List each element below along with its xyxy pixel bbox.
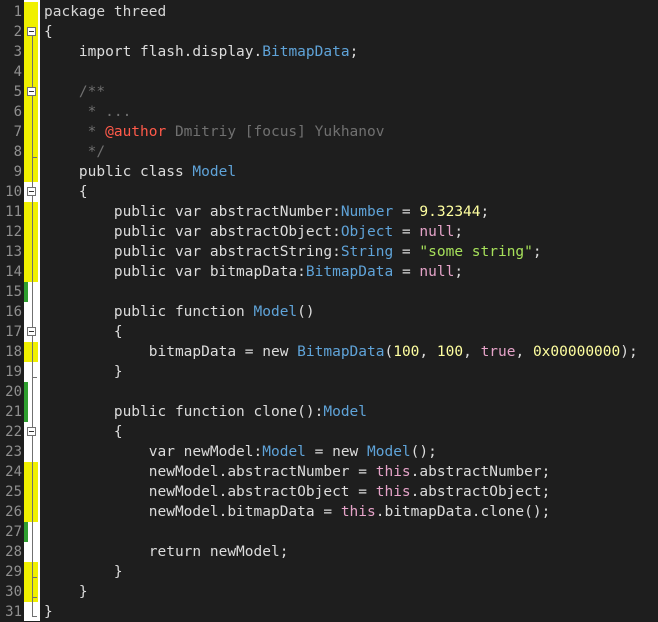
fold-end-marker xyxy=(32,377,37,378)
saved-change-marker xyxy=(24,382,28,422)
fold-end-marker xyxy=(32,616,37,617)
code-line-23: var newModel:Model = new Model(); xyxy=(44,444,437,460)
line-number: 29 xyxy=(5,564,22,580)
code-line-9: public class Model xyxy=(44,164,237,180)
change-marker xyxy=(24,162,38,182)
fold-toggle[interactable] xyxy=(27,187,36,196)
change-marker xyxy=(24,562,38,602)
code-line-21: public function clone():Model xyxy=(44,404,368,420)
code-editor[interactable]: 1 2 3 4 5 6 7 8 9 10 11 12 13 14 15 16 1… xyxy=(0,0,658,621)
line-number: 10 xyxy=(5,184,22,200)
line-number: 6 xyxy=(13,104,22,120)
fold-end-marker xyxy=(32,577,37,578)
line-number: 30 xyxy=(5,584,22,600)
line-number: 17 xyxy=(5,324,22,340)
line-number: 16 xyxy=(5,304,22,320)
line-number: 18 xyxy=(5,344,22,360)
line-number: 24 xyxy=(5,464,22,480)
change-marker xyxy=(24,202,38,282)
code-line-26: newModel.bitmapData = this.bitmapData.cl… xyxy=(44,504,551,520)
line-number: 11 xyxy=(5,204,22,220)
line-number: 27 xyxy=(5,524,22,540)
code-line-18: bitmapData = new BitmapData(100, 100, tr… xyxy=(44,344,638,360)
change-marker xyxy=(24,2,38,162)
line-number: 9 xyxy=(13,164,22,180)
line-number: 12 xyxy=(5,224,22,240)
code-line-29: } xyxy=(44,564,123,580)
line-number: 25 xyxy=(5,484,22,500)
line-number: 26 xyxy=(5,504,22,520)
fold-end-marker xyxy=(32,597,37,598)
code-line-11: public var abstractNumber:Number = 9.323… xyxy=(44,204,490,220)
code-line-30: } xyxy=(44,584,88,600)
code-line-16: public function Model() xyxy=(44,304,315,320)
line-number: 14 xyxy=(5,264,22,280)
change-marker xyxy=(24,462,38,522)
code-line-13: public var abstractString:String = "some… xyxy=(44,244,542,260)
code-line-7: * @author Dmitriy [focus] Yukhanov xyxy=(44,124,385,140)
code-line-3: import flash.display.BitmapData; xyxy=(44,44,359,60)
saved-change-marker xyxy=(24,522,28,542)
code-line-31: } xyxy=(44,604,53,620)
line-number: 15 xyxy=(5,284,22,300)
fold-guide xyxy=(32,36,33,616)
fold-toggle[interactable] xyxy=(27,427,36,436)
code-line-24: newModel.abstractNumber = this.abstractN… xyxy=(44,464,551,480)
line-number: 8 xyxy=(13,144,22,160)
saved-change-marker xyxy=(24,282,28,302)
code-line-1: package threed xyxy=(44,4,167,20)
fold-toggle[interactable] xyxy=(27,327,36,336)
change-marker xyxy=(24,342,38,362)
code-line-10: { xyxy=(44,184,88,200)
fold-toggle[interactable] xyxy=(27,87,36,96)
line-number: 3 xyxy=(13,44,22,60)
line-number: 4 xyxy=(13,64,22,80)
line-number: 7 xyxy=(13,124,22,140)
code-line-17: { xyxy=(44,324,123,340)
line-number: 28 xyxy=(5,544,22,560)
code-line-12: public var abstractObject:Object = null; xyxy=(44,224,464,240)
code-line-22: { xyxy=(44,424,123,440)
line-number: 22 xyxy=(5,424,22,440)
fold-toggle[interactable] xyxy=(27,27,36,36)
line-number: 5 xyxy=(13,84,22,100)
code-line-6: * ... xyxy=(44,104,132,120)
line-number: 2 xyxy=(13,24,22,40)
fold-end-marker xyxy=(32,157,37,158)
line-number: 21 xyxy=(5,404,22,420)
line-number: 31 xyxy=(5,604,22,620)
line-number: 13 xyxy=(5,244,22,260)
code-line-5: /** xyxy=(44,84,106,100)
line-number: 1 xyxy=(13,4,22,20)
code-line-19: } xyxy=(44,364,123,380)
code-line-25: newModel.abstractObject = this.abstractO… xyxy=(44,484,551,500)
code-line-8: */ xyxy=(44,144,106,160)
line-number: 19 xyxy=(5,364,22,380)
code-line-28: return newModel; xyxy=(44,544,289,560)
line-number-gutter: 1 2 3 4 5 6 7 8 9 10 11 12 13 14 15 16 1… xyxy=(0,0,24,621)
line-number: 20 xyxy=(5,384,22,400)
code-line-2: { xyxy=(44,24,53,40)
code-line-14: public var bitmapData:BitmapData = null; xyxy=(44,264,464,280)
line-number: 23 xyxy=(5,444,22,460)
